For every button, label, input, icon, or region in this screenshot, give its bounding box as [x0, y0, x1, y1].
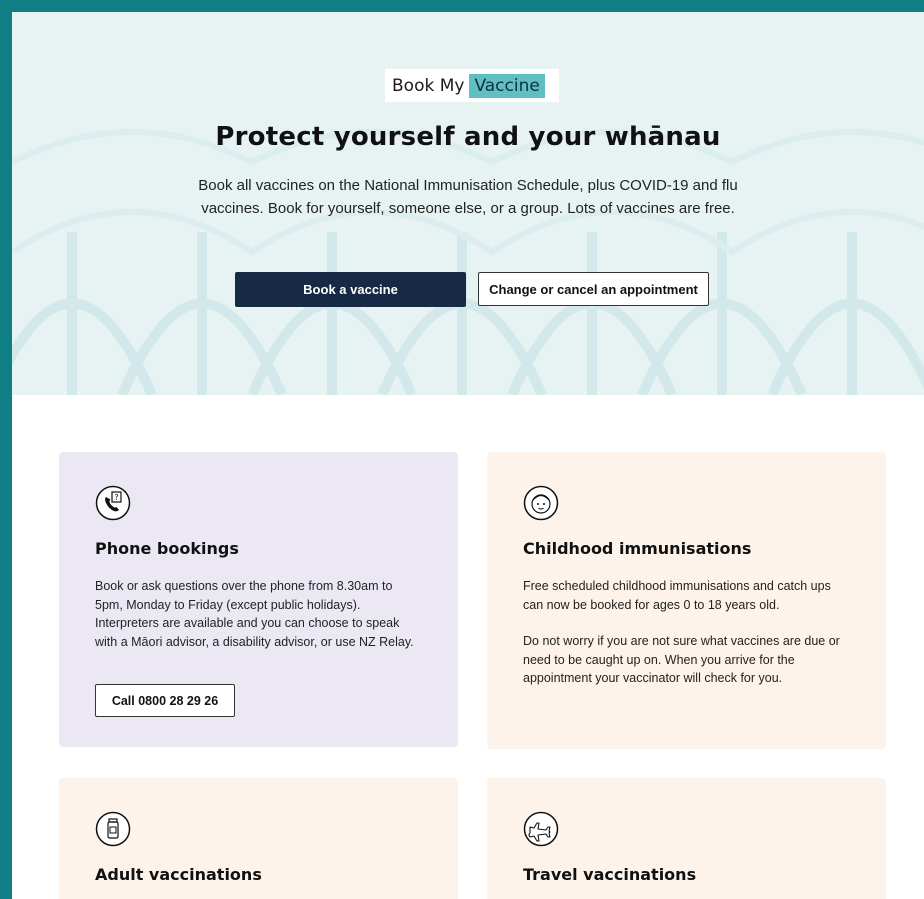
page-frame-top [0, 0, 924, 12]
page-frame-left [0, 0, 12, 899]
childhood-text-1: Free scheduled childhood immunisations a… [523, 579, 831, 612]
adult-vaccinations-card: Adult vaccinations [59, 778, 458, 899]
hero-description: Book all vaccines on the National Immuni… [198, 177, 738, 217]
travel-vaccinations-card: Travel vaccinations [487, 778, 886, 899]
logo-text: Book My [392, 75, 465, 96]
call-phone-button[interactable]: Call 0800 28 29 26 [95, 684, 235, 717]
change-cancel-appointment-button[interactable]: Change or cancel an appointment [478, 272, 709, 306]
childhood-immunisations-title: Childhood immunisations [523, 539, 752, 558]
phone-bookings-card: ? Phone bookings Book or ask questions o… [59, 452, 458, 747]
phone-question-icon: ? [95, 485, 131, 521]
book-vaccine-button[interactable]: Book a vaccine [235, 272, 466, 307]
logo-highlight: Vaccine [469, 73, 545, 98]
childhood-immunisations-body: Free scheduled childhood immunisations a… [523, 577, 843, 688]
childhood-text-2: Do not worry if you are not sure what va… [523, 634, 840, 685]
phone-bookings-body: Book or ask questions over the phone fro… [95, 577, 415, 651]
phone-bookings-title: Phone bookings [95, 539, 239, 558]
adult-vaccinations-title: Adult vaccinations [95, 865, 262, 884]
book-my-vaccine-logo[interactable]: Book My Vaccine [385, 69, 559, 102]
vaccine-vial-icon [95, 811, 131, 847]
hero-title: Protect yourself and your whānau [215, 122, 721, 152]
airplane-icon [523, 811, 559, 847]
svg-text:?: ? [114, 493, 118, 502]
childhood-immunisations-card: Childhood immunisations Free scheduled c… [487, 452, 886, 749]
hero-section: Book My Vaccine Protect yourself and you… [12, 12, 924, 395]
phone-bookings-text: Book or ask questions over the phone fro… [95, 579, 414, 649]
travel-vaccinations-title: Travel vaccinations [523, 865, 697, 884]
child-face-icon [523, 485, 559, 521]
